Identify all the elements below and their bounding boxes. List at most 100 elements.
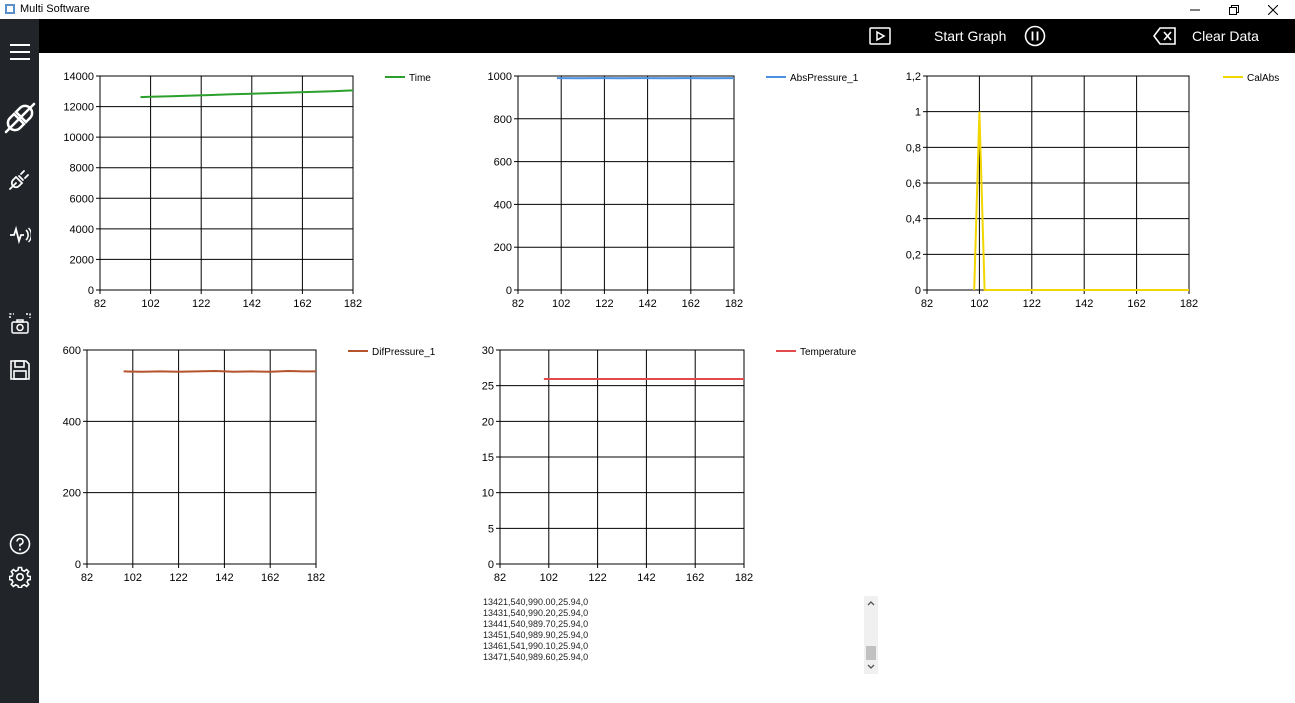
y-tick-label: 0	[506, 285, 512, 297]
series-line-dif	[123, 369, 316, 373]
close-button[interactable]	[1253, 0, 1293, 19]
y-tick-label: 400	[63, 416, 81, 428]
series-line-calabs	[973, 111, 1189, 291]
x-tick-label: 142	[243, 298, 261, 310]
y-tick-label: 5	[488, 523, 494, 535]
settings-icon	[8, 566, 31, 588]
y-tick-label: 800	[494, 114, 512, 126]
x-tick-label: 122	[192, 298, 210, 310]
y-tick-label: 6000	[70, 193, 94, 205]
x-tick-label: 162	[686, 572, 704, 584]
log-line: 13431,540,990.20,25.94,0	[483, 608, 589, 618]
menu-button[interactable]	[0, 39, 39, 65]
x-tick-label: 182	[735, 572, 753, 584]
x-tick-label: 102	[970, 298, 988, 310]
app-icon	[5, 4, 15, 14]
scroll-down-icon[interactable]	[866, 663, 876, 671]
calabs-chart: 82 102 122 142 162 182 0 0,2 0,4 0,6 0,8 1 1,2 CalAbs	[906, 71, 1280, 310]
y-tick-label: 400	[494, 199, 512, 211]
time-chart: 82 102 122 142 162 182 0 2000 4000 6000 8000 10000 1…	[63, 71, 431, 310]
save-button[interactable]	[0, 357, 39, 383]
x-tick-label: 142	[638, 298, 656, 310]
y-tick-label: 0,6	[906, 178, 921, 190]
x-tick-label: 122	[1023, 298, 1041, 310]
restore-icon	[1229, 4, 1239, 15]
log-line: 13421,540,990.00,25.94,0	[483, 597, 589, 607]
connect-button[interactable]	[0, 165, 39, 193]
x-tick-label: 182	[1180, 298, 1198, 310]
abspressure-chart: 82 102 122 142 162 182 0 200 400 600 800 1000 AbsPre…	[488, 71, 859, 310]
screenshot-button[interactable]	[0, 311, 39, 337]
y-tick-label: 30	[482, 345, 494, 357]
minimize-icon	[1190, 9, 1200, 10]
x-tick-label: 122	[169, 572, 187, 584]
legend-label: AbsPressure_1	[790, 73, 859, 84]
disconnect-button[interactable]	[0, 97, 39, 139]
x-tick-label: 82	[512, 298, 524, 310]
help-button[interactable]	[0, 531, 39, 557]
y-tick-label: 10000	[63, 132, 94, 144]
log-line: 13441,540,989.70,25.94,0	[483, 619, 589, 629]
x-tick-label: 142	[1075, 298, 1093, 310]
log-line: 13451,540,989.90,25.94,0	[483, 630, 589, 640]
restore-button[interactable]	[1214, 0, 1254, 19]
legend-label: DifPressure_1	[372, 347, 436, 358]
plot-frame	[86, 349, 317, 565]
signal-button[interactable]	[0, 222, 39, 248]
pause-button[interactable]	[1024, 19, 1046, 53]
toolbar: Start Graph Clear Data	[39, 19, 1295, 53]
y-tick-label: 15	[482, 452, 494, 464]
minimize-button[interactable]	[1175, 0, 1215, 19]
y-tick-label: 2000	[70, 254, 94, 266]
y-tick-label: 0,4	[906, 214, 921, 226]
log-scrollbar[interactable]	[864, 596, 878, 674]
y-tick-label: 1000	[488, 71, 512, 83]
y-tick-label: 25	[482, 381, 494, 393]
clear-data-icon-button[interactable]	[1153, 19, 1177, 53]
y-tick-label: 0,8	[906, 142, 921, 154]
x-tick-label: 162	[261, 572, 279, 584]
y-tick-label: 0	[88, 285, 94, 297]
data-log[interactable]: 13421,540,990.00,25.94,0 13431,540,990.2…	[483, 597, 863, 667]
clear-data-button[interactable]: Clear Data	[1192, 19, 1259, 53]
plot-frame	[517, 75, 735, 291]
y-tick-label: 8000	[70, 163, 94, 175]
legend-label: Time	[409, 73, 431, 84]
screenshot-icon	[8, 313, 31, 334]
play-button[interactable]	[869, 19, 891, 53]
x-tick-label: 102	[552, 298, 570, 310]
x-tick-label: 82	[921, 298, 933, 310]
y-tick-label: 4000	[70, 224, 94, 236]
series-line-time	[140, 89, 354, 99]
y-tick-label: 10	[482, 488, 494, 500]
signal-icon	[9, 225, 31, 245]
plug-icon	[8, 170, 29, 190]
x-tick-label: 82	[94, 298, 106, 310]
window-title: Multi Software	[20, 3, 90, 15]
help-icon	[9, 533, 30, 555]
scroll-thumb[interactable]	[866, 646, 876, 660]
scroll-up-icon[interactable]	[866, 599, 876, 607]
sidebar	[0, 19, 39, 703]
save-icon	[9, 360, 30, 380]
backspace-icon	[1153, 27, 1176, 45]
settings-button[interactable]	[0, 564, 39, 590]
y-tick-label: 1,2	[906, 71, 921, 83]
x-tick-label: 162	[293, 298, 311, 310]
log-line: 13471,540,989.60,25.94,0	[483, 652, 589, 662]
start-graph-button[interactable]: Start Graph	[934, 19, 1006, 53]
y-tick-label: 20	[482, 416, 494, 428]
title-bar: Multi Software	[0, 0, 1295, 19]
y-tick-label: 0,2	[906, 249, 921, 261]
x-tick-label: 182	[725, 298, 743, 310]
x-tick-label: 182	[307, 572, 325, 584]
temperature-chart: 82 102 122 142 162 182 0 5 10 15 20 25 30 Temperature	[482, 345, 857, 584]
y-tick-label: 1	[915, 107, 921, 119]
x-tick-label: 162	[1127, 298, 1145, 310]
x-tick-label: 122	[595, 298, 613, 310]
close-icon	[1268, 4, 1278, 15]
menu-icon	[9, 44, 30, 60]
y-tick-label: 600	[63, 345, 81, 357]
x-tick-label: 162	[682, 298, 700, 310]
difpressure-chart: 82 102 122 142 162 182 0 200 400 600 DifPressure_1	[63, 345, 436, 584]
